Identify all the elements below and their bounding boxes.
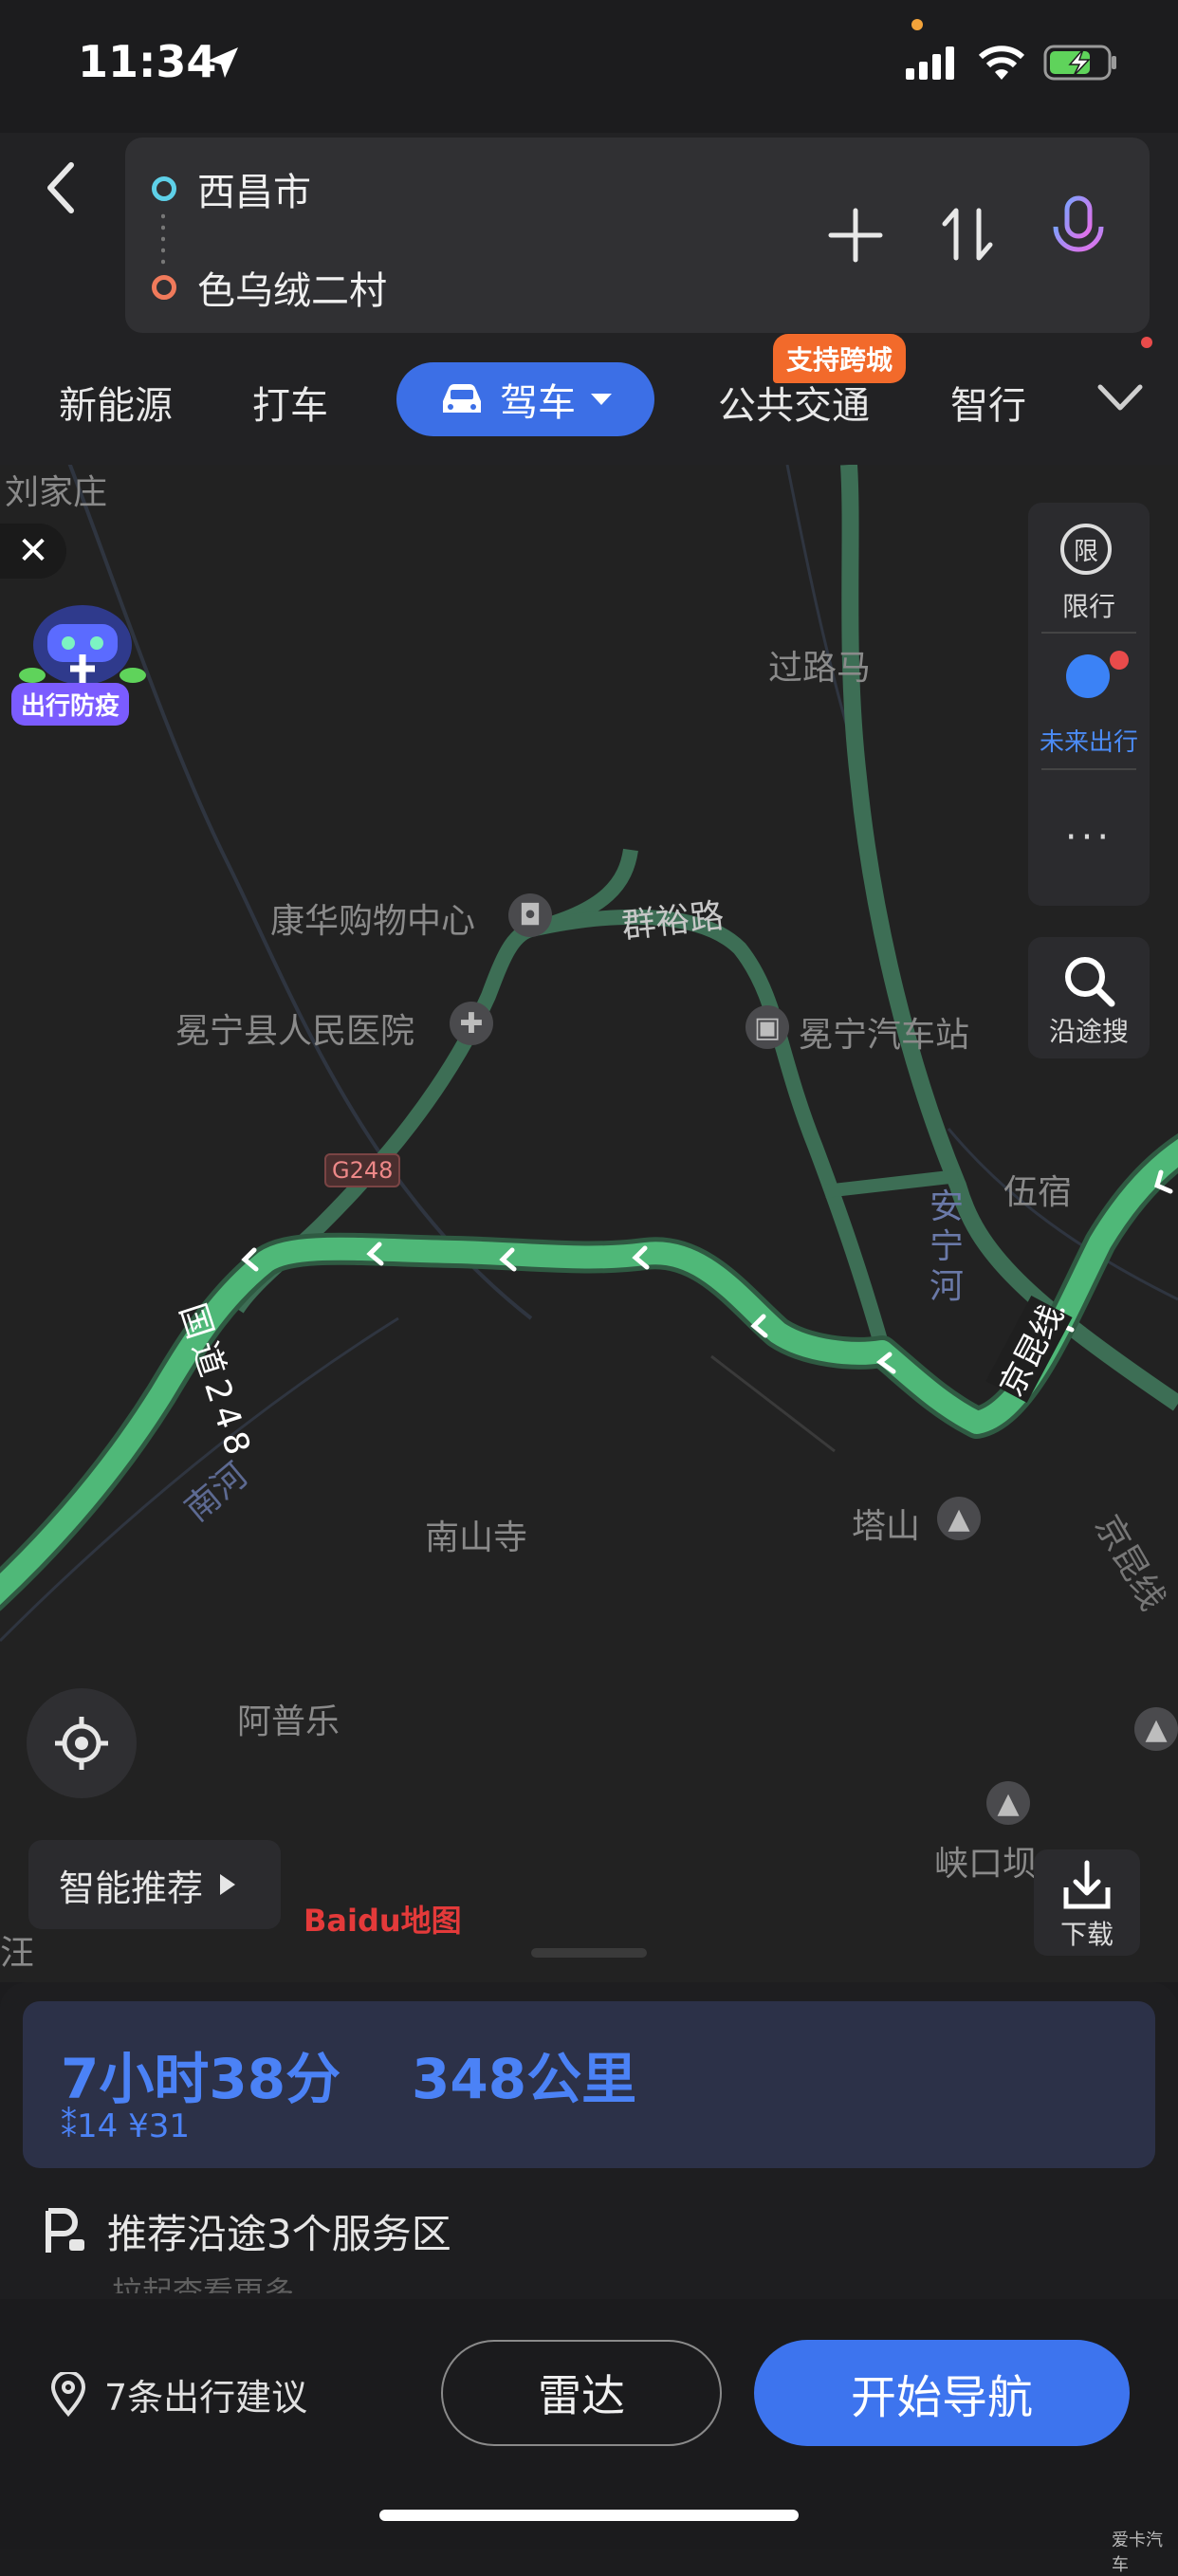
more-options-icon[interactable]: ··· <box>1028 816 1150 859</box>
smart-recommend-button[interactable]: 智能推荐 <box>28 1840 281 1929</box>
robot-mascot-icon <box>19 605 146 685</box>
smart-recommend-label: 智能推荐 <box>59 1867 204 1909</box>
destination-field[interactable]: 色乌绒二村 <box>197 260 387 315</box>
route-connector <box>161 211 165 267</box>
traffic-light-icon: ⁑ <box>61 2107 77 2145</box>
route-meta: ⁑14 ¥31 <box>61 2107 190 2145</box>
map-label-wang: 汪 <box>0 1934 35 1973</box>
travel-suggestions-label: 7条出行建议 <box>104 2377 308 2419</box>
location-arrow-icon <box>208 47 238 78</box>
toll-cost: ¥31 <box>128 2107 190 2145</box>
status-time: 11:34 <box>78 36 217 87</box>
map-label-kanghua: 康华购物中心 <box>270 902 476 941</box>
location-pin-icon <box>50 2371 86 2417</box>
highway-shield-g248: G248 <box>324 1153 401 1187</box>
bus-station-icon[interactable]: ▣ <box>745 1005 789 1049</box>
map-label-hospital: 冕宁县人民医院 <box>175 1012 415 1051</box>
tab-new-energy[interactable]: 新能源 <box>59 375 173 430</box>
map-label-anning-river: 安宁河 <box>930 1187 965 1306</box>
route-distance: 348公里 <box>412 2047 637 2111</box>
notification-dot <box>1141 337 1152 348</box>
car-icon <box>443 384 481 413</box>
privacy-indicator-dot <box>911 19 923 30</box>
route-duration: 7小时38分 <box>61 2047 341 2111</box>
tab-drive-label: 驾车 <box>500 381 576 425</box>
tab-smart-travel[interactable]: 智行 <box>950 375 1026 430</box>
map-label-wusu: 伍宿 <box>1003 1173 1073 1212</box>
map-label-apule: 阿普乐 <box>237 1702 341 1741</box>
future-travel-icon[interactable] <box>1066 654 1110 698</box>
map-label-tashan: 塔山 <box>852 1507 921 1546</box>
map-label-nanshan-temple: 南山寺 <box>425 1518 528 1557</box>
cellular-signal-icon <box>906 46 954 80</box>
epidemic-label: 出行防疫 <box>11 683 130 726</box>
future-travel-label[interactable]: 未来出行 <box>1028 723 1150 758</box>
download-icon <box>1063 1860 1111 1909</box>
mountain-icon[interactable]: ▲ <box>986 1781 1030 1825</box>
service-area-row[interactable]: 推荐沿途3个服务区 <box>43 2202 451 2260</box>
voice-mic-icon[interactable] <box>1048 194 1109 270</box>
home-indicator[interactable] <box>379 2510 799 2521</box>
search-along-route-button[interactable]: 沿途搜 <box>1028 937 1150 1058</box>
map-label-xiakou: 峡口坝 <box>934 1845 1038 1884</box>
map-label-guoluma: 过路马 <box>768 649 872 688</box>
back-icon[interactable] <box>43 161 81 214</box>
map-tools-panel: 限 限行 未来出行 ··· <box>1028 503 1150 906</box>
start-navigation-button[interactable]: 开始导航 <box>754 2340 1130 2446</box>
traffic-restriction-icon[interactable]: 限 <box>1060 524 1112 575</box>
shopping-bag-icon[interactable]: ◘ <box>508 893 552 937</box>
battery-charging-icon <box>1043 45 1116 81</box>
origin-dot <box>152 176 176 201</box>
close-promo-button[interactable]: ✕ <box>0 524 66 579</box>
traffic-restriction-label[interactable]: 限行 <box>1028 586 1150 624</box>
expand-tabs-icon[interactable] <box>1096 381 1144 414</box>
search-along-label: 沿途搜 <box>1048 1016 1129 1047</box>
swap-route-icon[interactable] <box>941 201 994 267</box>
chevron-down-icon <box>591 394 612 405</box>
download-label: 下载 <box>1059 1919 1114 1950</box>
tab-drive[interactable]: 驾车 <box>396 362 654 436</box>
mountain-icon[interactable]: ▲ <box>1134 1707 1178 1751</box>
locate-me-button[interactable] <box>27 1688 137 1798</box>
future-travel-dot <box>1110 651 1129 670</box>
search-icon <box>1065 957 1115 1007</box>
destination-dot <box>152 275 176 300</box>
add-waypoint-icon[interactable] <box>827 207 884 264</box>
map-label-liujiazhuang: 刘家庄 <box>5 473 108 512</box>
sheet-drag-handle[interactable] <box>531 1948 647 1958</box>
traffic-light-count: 14 <box>77 2107 119 2145</box>
travel-suggestions-link[interactable]: 7条出行建议 <box>49 2368 307 2420</box>
crosshair-icon <box>55 1717 108 1770</box>
epidemic-travel-widget[interactable]: 出行防疫 <box>11 588 154 726</box>
service-area-text: 推荐沿途3个服务区 <box>107 2211 451 2257</box>
tab-taxi[interactable]: 打车 <box>252 375 328 430</box>
cross-city-badge: 支持跨城 <box>773 334 907 383</box>
radar-button[interactable]: 雷达 <box>441 2340 722 2446</box>
mountain-icon[interactable]: ▲ <box>937 1497 981 1540</box>
play-arrow-icon <box>220 1874 236 1895</box>
map-label-bus-station: 冕宁汽车站 <box>799 1016 970 1055</box>
pull-up-hint: 拉起查看更多 <box>112 2274 295 2293</box>
baidu-map-logo: Baidu地图 <box>304 1903 462 1939</box>
hospital-icon[interactable]: ✚ <box>450 1002 493 1045</box>
parking-service-icon <box>46 2207 84 2253</box>
map-roads <box>0 465 1178 1643</box>
watermark: 爱卡汽车 <box>1112 2530 1163 2575</box>
origin-field[interactable]: 西昌市 <box>197 161 311 216</box>
wifi-icon <box>978 46 1025 80</box>
download-offline-map-button[interactable]: 下载 <box>1034 1849 1140 1956</box>
map-canvas[interactable]: 刘家庄 过路马 康华购物中心 ◘ 群裕路 冕宁县人民医院 ✚ ▣ 冕宁汽车站 G… <box>0 465 1178 1982</box>
